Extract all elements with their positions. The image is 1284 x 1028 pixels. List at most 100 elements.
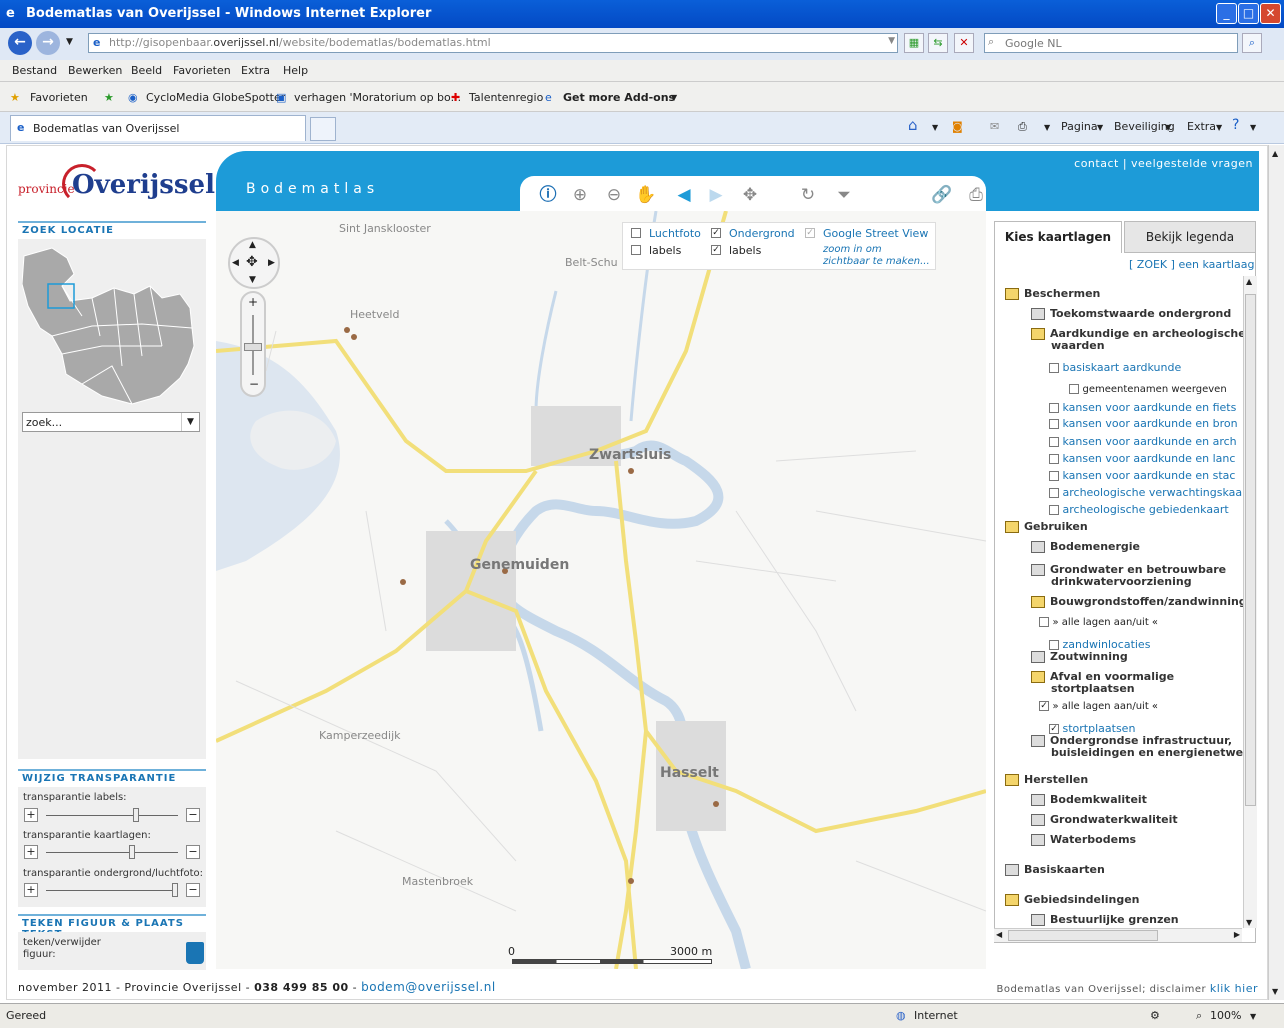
plus-icon[interactable]: + — [24, 845, 38, 859]
extra-menu[interactable]: Extra — [1187, 120, 1216, 133]
slider-knob[interactable] — [172, 883, 179, 897]
pagina-menu[interactable]: Pagina — [1061, 120, 1098, 133]
tree-item[interactable]: kansen voor aardkunde en fiets — [1049, 401, 1236, 414]
mail-icon[interactable]: ✉ — [990, 120, 999, 133]
address-field[interactable]: e http://gisopenbaar.overijssel.nl/websi… — [88, 33, 898, 53]
menu-bewerken[interactable]: Bewerken — [68, 64, 122, 77]
tab-bekijk-legenda[interactable]: Bekijk legenda — [1124, 221, 1256, 253]
scroll-down-icon[interactable]: ▼ — [1272, 987, 1278, 996]
layer-checkbox[interactable] — [1049, 403, 1059, 413]
slider-knob[interactable] — [132, 808, 139, 822]
page-scrollbar[interactable]: ▲ ▼ — [1268, 145, 1284, 1000]
forward-button[interactable]: → — [36, 31, 60, 55]
add-favorite-icon[interactable]: ★ — [104, 91, 114, 104]
tree-hscrollbar[interactable]: ◀ ▶ — [994, 928, 1242, 942]
search-input[interactable]: ⌕ Google NL — [984, 33, 1238, 53]
tree-item[interactable]: archeologische verwachtingskaa — [1049, 486, 1242, 499]
zoom-slider[interactable]: + − — [240, 291, 266, 397]
compat-icon[interactable]: ▦ — [904, 33, 924, 53]
tree-item[interactable]: Bestuurlijke grenzen — [1031, 913, 1179, 926]
zoom-dropdown-icon[interactable]: ▼ — [1250, 1012, 1256, 1021]
ondergrond-checkbox[interactable]: ✓ — [711, 228, 721, 238]
streetview-checkbox[interactable]: ✓ — [805, 228, 815, 238]
tree-item[interactable]: Bouwgrondstoffen/zandwinning — [1031, 595, 1247, 608]
minus-icon[interactable]: − — [186, 808, 200, 822]
minus-icon[interactable]: − — [186, 883, 200, 897]
zoom-knob[interactable] — [244, 343, 262, 351]
tree-vscrollbar[interactable]: ▲ ▼ — [1243, 276, 1257, 928]
tree-scroll-left-icon[interactable]: ◀ — [996, 930, 1002, 939]
favorites-button[interactable]: Favorieten — [30, 91, 88, 104]
fav-talentenregio[interactable]: Talentenregio — [469, 91, 543, 104]
tree-label[interactable]: kansen voor aardkunde en bron — [1063, 417, 1238, 430]
maximize-button[interactable]: □ — [1238, 3, 1259, 24]
pan-west-icon[interactable]: ◀ — [232, 258, 239, 268]
layer-checkbox[interactable] — [1049, 454, 1059, 464]
pan-control[interactable]: ▲ ▼ ◀ ▶ ✥ — [228, 237, 280, 289]
feeds-icon[interactable]: ◙ — [952, 120, 963, 133]
layer-search-link[interactable]: [ ZOEK ] — [1129, 258, 1175, 271]
next-extent-icon[interactable]: ▶ — [704, 183, 728, 207]
home-dropdown-icon[interactable]: ▼ — [932, 123, 938, 132]
minus-icon[interactable]: − — [186, 845, 200, 859]
print-map-icon[interactable]: ⎙ — [964, 183, 988, 207]
pan-south-icon[interactable]: ▼ — [249, 275, 256, 285]
tree-item[interactable]: Herstellen — [1005, 773, 1088, 786]
full-extent-icon[interactable]: ✥ — [738, 183, 762, 207]
tree-item[interactable]: » alle lagen aan/uit « — [1039, 615, 1158, 628]
tree-item[interactable]: Gebruiken — [1005, 520, 1088, 533]
tree-scroll-down-icon[interactable]: ▼ — [1246, 918, 1252, 927]
zoom-plus-icon[interactable]: + — [248, 295, 258, 309]
address-dropdown-icon[interactable]: ▼ — [888, 36, 895, 46]
menu-bestand[interactable]: Bestand — [12, 64, 57, 77]
print-dropdown-icon[interactable]: ▼ — [1044, 123, 1050, 132]
tree-item[interactable]: Basiskaarten — [1005, 863, 1105, 876]
previous-extent-icon[interactable]: ◀ — [672, 183, 696, 207]
addons-dropdown-icon[interactable]: ▼ — [671, 93, 677, 102]
status-zoom[interactable]: 100% — [1210, 1009, 1241, 1022]
disclaimer-link[interactable]: klik hier — [1210, 982, 1258, 995]
fav-addons[interactable]: Get more Add-ons — [563, 91, 675, 104]
tree-item[interactable]: Grondwaterkwaliteit — [1031, 813, 1178, 826]
tree-item[interactable]: gemeentenamen weergeven — [1069, 382, 1227, 395]
tree-label[interactable]: kansen voor aardkunde en lanc — [1063, 452, 1236, 465]
home-icon[interactable]: ⌂ — [908, 116, 918, 134]
pan-east-icon[interactable]: ▶ — [268, 258, 275, 268]
tree-label[interactable]: kansen voor aardkunde en stac — [1063, 469, 1236, 482]
transparantie-kaartlagen-slider[interactable]: + − — [22, 845, 202, 863]
tree-scroll-up-icon[interactable]: ▲ — [1246, 277, 1252, 286]
luchtfoto-label[interactable]: Luchtfoto — [649, 227, 701, 240]
map-view[interactable]: Sint Jansklooster Belt-Schu Heetveld Zwa… — [216, 211, 986, 969]
help-dropdown-icon[interactable]: ▼ — [1250, 123, 1256, 132]
new-tab-button[interactable] — [310, 117, 336, 141]
tree-item[interactable]: kansen voor aardkunde en bron — [1049, 417, 1238, 430]
close-button[interactable]: ✕ — [1260, 3, 1281, 24]
filter-icon[interactable]: ⏷ — [832, 183, 856, 207]
back-button[interactable]: ← — [8, 31, 32, 55]
province-overview-map[interactable] — [22, 246, 198, 406]
tree-item[interactable]: Bodemkwaliteit — [1031, 793, 1147, 806]
ondergrond-label[interactable]: Ondergrond — [729, 227, 795, 240]
labels2-checkbox[interactable]: ✓ — [711, 245, 721, 255]
fav-verhagen[interactable]: verhagen 'Moratorium op bo... — [294, 91, 461, 104]
info-icon[interactable]: ⓘ — [536, 183, 560, 207]
tree-label[interactable]: kansen voor aardkunde en fiets — [1063, 401, 1237, 414]
menu-beeld[interactable]: Beeld — [131, 64, 162, 77]
footer-email-link[interactable]: bodem@overijssel.nl — [361, 980, 496, 994]
tree-item[interactable]: kansen voor aardkunde en arch — [1049, 435, 1237, 448]
print-icon[interactable]: ⎙ — [1018, 120, 1027, 134]
pan-hand-icon[interactable]: ✋ — [634, 183, 658, 207]
tree-label[interactable]: archeologische verwachtingskaa — [1063, 486, 1243, 499]
tree-scroll-thumb[interactable] — [1245, 294, 1256, 806]
fav-cyclomedia[interactable]: CycloMedia GlobeSpotter — [146, 91, 285, 104]
draw-bucket-icon[interactable] — [186, 942, 204, 964]
tree-scroll-right-icon[interactable]: ▶ — [1234, 930, 1240, 939]
help-icon[interactable]: ? — [1232, 117, 1239, 133]
transparantie-labels-slider[interactable]: + − — [22, 808, 202, 826]
menu-help[interactable]: Help — [283, 64, 308, 77]
scroll-up-icon[interactable]: ▲ — [1272, 149, 1278, 158]
tree-label[interactable]: basiskaart aardkunde — [1063, 361, 1182, 374]
tree-item[interactable]: Gebiedsindelingen — [1005, 893, 1140, 906]
labels1-checkbox[interactable] — [631, 245, 641, 255]
zoek-select[interactable]: zoek... ▼ — [22, 412, 200, 432]
